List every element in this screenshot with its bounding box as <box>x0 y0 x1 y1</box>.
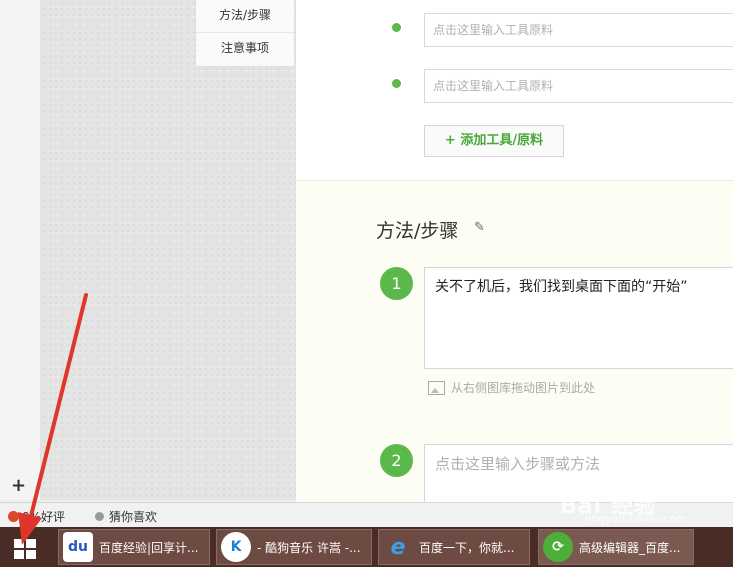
windows-logo-icon <box>14 539 24 548</box>
ie-icon: e <box>390 534 406 560</box>
baidu-paw-icon: du <box>63 532 93 562</box>
tomato-icon <box>8 511 19 522</box>
step-number: 2 <box>380 444 413 477</box>
kugou-icon: K <box>221 532 251 562</box>
rating-item[interactable]: 0%好评 <box>8 508 65 525</box>
windows-logo-pane <box>14 550 24 559</box>
taskbar-item-editor[interactable]: ⟳ 高级编辑器_百度... <box>538 529 694 565</box>
taskbar-item-baidu-jingyan[interactable]: du 百度经验|回享计... <box>58 529 210 565</box>
tool-input-1[interactable] <box>424 13 733 47</box>
pencil-icon[interactable]: ✎ <box>474 220 485 235</box>
windows-logo-pane <box>26 539 36 548</box>
tool-input-2[interactable] <box>424 69 733 103</box>
image-icon <box>428 380 445 395</box>
bullet-dot <box>392 23 401 32</box>
bullet-dot <box>392 79 401 88</box>
step-number: 1 <box>380 267 413 300</box>
section-nav: 方法/步骤 注意事项 <box>195 0 295 67</box>
add-button[interactable]: + <box>11 476 26 496</box>
taskbar-item-kugou[interactable]: K - 酷狗音乐 许嵩 -... <box>216 529 372 565</box>
guess-you-like[interactable]: 猜你喜欢 <box>95 508 157 525</box>
dot-icon <box>95 512 104 521</box>
taskbar-item-ie[interactable]: e 百度一下，你就... <box>378 529 530 565</box>
left-sidebar-strip: + <box>0 0 41 500</box>
watermark-url: jingyan.baidu.com <box>585 512 687 525</box>
task-label: 高级编辑器_百度... <box>579 540 681 555</box>
step-1-text: 关不了机后，我们找到桌面下面的“开始” <box>435 279 688 295</box>
task-label: - 酷狗音乐 许嵩 -... <box>257 540 361 555</box>
taskbar: du 百度经验|回享计... K - 酷狗音乐 许嵩 -... e 百度一下，你… <box>0 527 733 567</box>
task-label: 百度一下，你就... <box>419 540 515 555</box>
add-tool-button[interactable]: + 添加工具/原料 <box>424 125 564 157</box>
rating-text: 0%好评 <box>22 510 66 524</box>
windows-logo-pane <box>26 550 36 559</box>
page-background <box>41 0 296 500</box>
drag-hint-text: 从右侧图库拖动图片到此处 <box>451 381 596 395</box>
nav-item-notes[interactable]: 注意事项 <box>196 33 294 65</box>
section-title: 方法/步骤 <box>376 220 459 242</box>
nav-item-method[interactable]: 方法/步骤 <box>196 0 294 33</box>
refresh-app-icon: ⟳ <box>543 532 573 562</box>
guess-text: 猜你喜欢 <box>109 510 158 524</box>
image-drop-hint: 从右侧图库拖动图片到此处 <box>428 379 595 396</box>
task-label: 百度经验|回享计... <box>99 540 199 555</box>
step-2-placeholder: 点击这里输入步骤或方法 <box>435 455 601 473</box>
step-1-editor[interactable]: 关不了机后，我们找到桌面下面的“开始” <box>424 267 733 369</box>
start-button[interactable] <box>0 527 50 567</box>
